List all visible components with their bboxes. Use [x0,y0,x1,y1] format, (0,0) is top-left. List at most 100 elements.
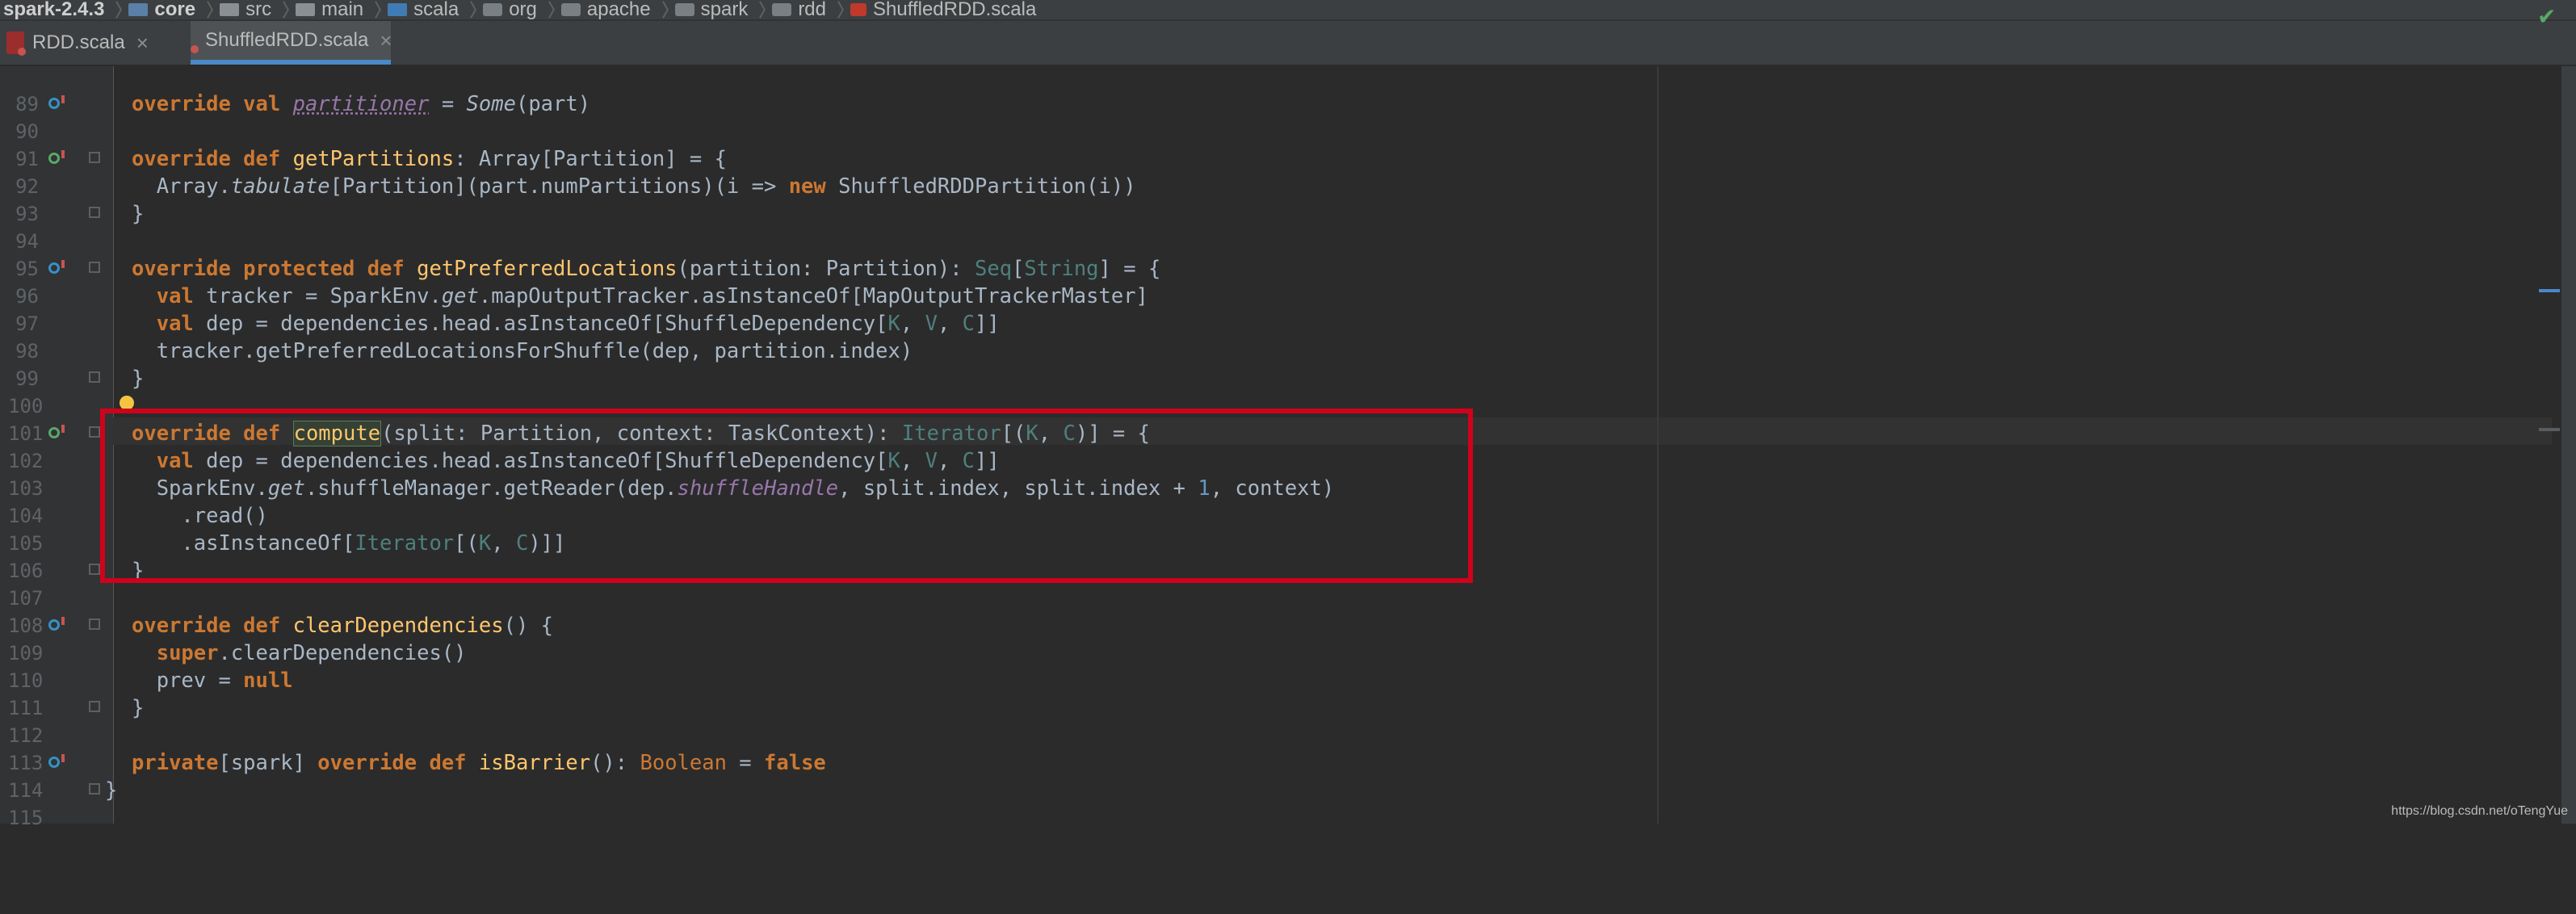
implements-marker-icon[interactable] [48,425,65,438]
code-line[interactable]: 112 } [0,694,2503,747]
breadcrumb-item-core[interactable]: core [128,0,195,19]
package-icon [560,3,581,16]
inspection-ok-icon[interactable]: ✔ [2537,3,2556,30]
breadcrumb-label: ShuffledRDD.scala [873,0,1037,20]
breadcrumb-label: src [245,0,272,20]
breadcrumb-separator-icon [756,0,767,19]
code-editor[interactable]: 89 90 override val partitioner = Some(pa… [0,63,2576,829]
fold-icon[interactable] [89,371,100,383]
breadcrumb-item-apache[interactable]: apache [560,0,651,20]
code-text: val tracker = SparkEnv.get.mapOutputTrac… [156,284,1148,308]
breadcrumb-label: rdd [798,0,826,20]
package-icon [483,3,503,16]
breadcrumb-label: scala [413,0,459,20]
code-line[interactable]: 100 } [0,365,2503,417]
code-line[interactable]: 95 [0,228,2503,280]
tab-shuffledrdd-scala[interactable]: ShuffledRDD.scala × [191,21,392,65]
fold-icon[interactable] [89,618,100,630]
code-line[interactable]: 109 override def clearDependencies() { [0,612,2503,665]
override-marker-icon[interactable] [48,260,65,274]
annotation-box [100,409,1473,583]
code-line[interactable]: 108 [0,585,2503,637]
close-icon[interactable]: × [136,31,149,56]
code-line[interactable]: 97 val tracker = SparkEnv.get.mapOutputT… [0,283,2503,335]
fold-icon[interactable] [89,152,100,163]
code-text: tracker.getPreferredLocationsForShuffle(… [132,339,913,363]
code-line[interactable]: 113 [0,722,2503,774]
implements-marker-icon[interactable] [48,150,65,164]
breadcrumb-item-project[interactable]: spark-2.4.3 [0,0,104,19]
breadcrumb-item-org[interactable]: org [483,0,537,19]
fold-icon[interactable] [89,426,100,438]
code-line[interactable]: 93 Array.tabulate[Partition](part.numPar… [0,173,2503,225]
code-text: override def getPartitions: Array[Partit… [132,147,727,171]
code-line[interactable]: 92 override def getPartitions: Array[Par… [0,145,2503,198]
tab-label: RDD.scala [32,31,125,53]
code-line[interactable]: 91 [0,118,2503,170]
breadcrumb-separator-icon [659,0,670,19]
breadcrumb-separator-icon [112,0,124,19]
scrollbar-marker [2539,289,2560,292]
override-marker-icon[interactable] [48,617,65,631]
fold-icon[interactable] [89,262,100,273]
override-marker-icon[interactable] [48,95,65,109]
code-text: } [132,696,145,720]
code-text: val dep = dependencies.head.asInstanceOf… [156,312,1000,336]
code-text: private[spark] override def isBarrier():… [132,751,826,775]
folder-icon [220,3,240,16]
breadcrumb-separator-icon [203,0,215,19]
folder-icon [296,3,316,16]
breadcrumb-item-main[interactable]: main [296,0,363,19]
scala-file-icon [6,31,26,56]
code-line[interactable]: 99 tracker.getPreferredLocationsForShuff… [0,338,2503,390]
breadcrumb-label: core [154,0,196,20]
code-text: } [105,778,118,803]
breadcrumb-label: spark [700,0,749,20]
line-number: 115 [8,807,44,829]
code-line[interactable]: 115 } [0,777,2503,829]
code-line[interactable]: 90 override val partitioner = Some(part) [0,90,2503,143]
code-text: } [132,202,145,226]
breadcrumb-item-spark[interactable]: spark [674,0,749,20]
breadcrumb-label: org [509,0,537,20]
code-line[interactable]: 89 [0,63,2503,115]
fold-icon[interactable] [89,564,100,575]
code-line[interactable]: 98 val dep = dependencies.head.asInstanc… [0,310,2503,363]
code-line[interactable]: 111 prev = null [0,667,2503,719]
fold-icon[interactable] [89,783,100,795]
scrollbar-marker [2539,428,2560,431]
fold-icon[interactable] [89,701,100,712]
code-text: } [132,367,145,391]
code-line[interactable]: 114 private[spark] override def isBarrie… [0,749,2503,802]
package-icon [772,3,792,16]
code-text: override def clearDependencies() { [132,614,554,638]
code-text: override protected def getPreferredLocat… [132,257,1161,281]
breadcrumb-item-src[interactable]: src [220,0,271,19]
breadcrumb-label: main [321,0,364,20]
override-marker-icon[interactable] [48,754,65,768]
breadcrumb-separator-icon [834,0,845,19]
module-folder-icon [128,3,149,16]
breadcrumb-label: apache [586,0,651,20]
side-tool-strip[interactable] [2561,66,2576,824]
tab-rdd-scala[interactable]: RDD.scala × [0,21,191,65]
breadcrumb-item-scala[interactable]: scala [388,0,459,19]
fold-icon[interactable] [89,207,100,218]
breadcrumb-label: spark-2.4.3 [3,0,105,20]
breadcrumb-item-file[interactable]: ShuffledRDD.scala [850,0,1036,19]
breadcrumb: spark-2.4.3 core src main scala org apac… [0,0,2576,21]
code-line[interactable]: 94 } [0,200,2503,253]
scala-file-icon [850,3,866,16]
breadcrumb-separator-icon [545,0,556,19]
breadcrumb-separator-icon [279,0,291,19]
breadcrumb-separator-icon [467,0,478,19]
package-icon [674,3,694,16]
close-icon[interactable]: × [380,28,392,53]
breadcrumb-item-rdd[interactable]: rdd [772,0,826,19]
editor-tab-bar: RDD.scala × ShuffledRDD.scala × [0,21,2576,66]
tab-label: ShuffledRDD.scala [205,29,369,51]
code-text: Array.tabulate[Partition](part.numPartit… [132,174,1136,199]
code-line[interactable]: 96 override protected def getPreferredLo… [0,255,2503,308]
code-text: prev = null [132,669,293,693]
code-line[interactable]: 110 super.clearDependencies() [0,639,2503,692]
